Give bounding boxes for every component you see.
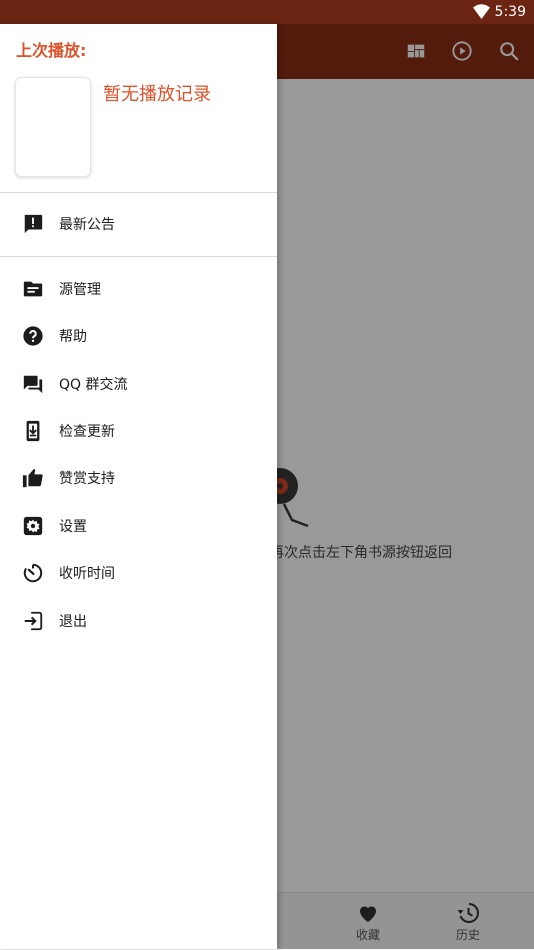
menu-item-label: 赞赏支持 bbox=[59, 470, 115, 487]
menu-item-donate[interactable]: 赞赏支持 bbox=[0, 454, 277, 501]
last-played-title: 上次播放: bbox=[16, 41, 87, 60]
no-play-record-text: 暂无播放记录 bbox=[103, 84, 211, 105]
help-icon bbox=[23, 325, 43, 346]
divider bbox=[0, 192, 277, 193]
menu-item-exit[interactable]: 退出 bbox=[0, 597, 277, 644]
menu-item-label: 收听时间 bbox=[59, 565, 115, 582]
settings-icon bbox=[23, 516, 43, 535]
menu-item-label: QQ 群交流 bbox=[59, 376, 128, 393]
status-bar: 5:39 bbox=[0, 0, 534, 24]
exit-icon bbox=[24, 611, 43, 630]
menu-item-label: 最新公告 bbox=[59, 216, 115, 233]
status-time: 5:39 bbox=[494, 4, 526, 20]
menu-item-label: 检查更新 bbox=[59, 423, 115, 440]
menu-item-announcement[interactable]: 最新公告 bbox=[0, 200, 277, 247]
menu-item-qq-group[interactable]: QQ 群交流 bbox=[0, 360, 277, 407]
announcement-icon bbox=[24, 214, 43, 233]
menu-item-listen-time[interactable]: 收听时间 bbox=[0, 549, 277, 596]
menu-item-label: 帮助 bbox=[59, 328, 87, 345]
menu-item-check-update[interactable]: 检查更新 bbox=[0, 407, 277, 454]
update-download-icon bbox=[26, 420, 40, 441]
divider bbox=[0, 256, 277, 257]
source-folder-icon bbox=[23, 281, 43, 296]
menu-item-source-management[interactable]: 源管理 bbox=[0, 265, 277, 312]
menu-item-help[interactable]: 帮助 bbox=[0, 312, 277, 359]
menu-item-label: 退出 bbox=[59, 613, 87, 630]
menu-item-settings[interactable]: 设置 bbox=[0, 502, 277, 549]
navigation-drawer: 上次播放: 暂无播放记录 最新公告 源管理 帮助 QQ 群交流 检查更新 赞赏支… bbox=[0, 24, 277, 949]
menu-item-label: 设置 bbox=[59, 518, 87, 535]
chat-forum-icon bbox=[23, 375, 43, 393]
menu-item-label: 源管理 bbox=[59, 281, 101, 298]
timer-icon bbox=[23, 563, 43, 582]
wifi-icon bbox=[473, 4, 490, 19]
thumb-up-icon bbox=[22, 468, 43, 487]
last-played-cover[interactable] bbox=[15, 77, 91, 177]
